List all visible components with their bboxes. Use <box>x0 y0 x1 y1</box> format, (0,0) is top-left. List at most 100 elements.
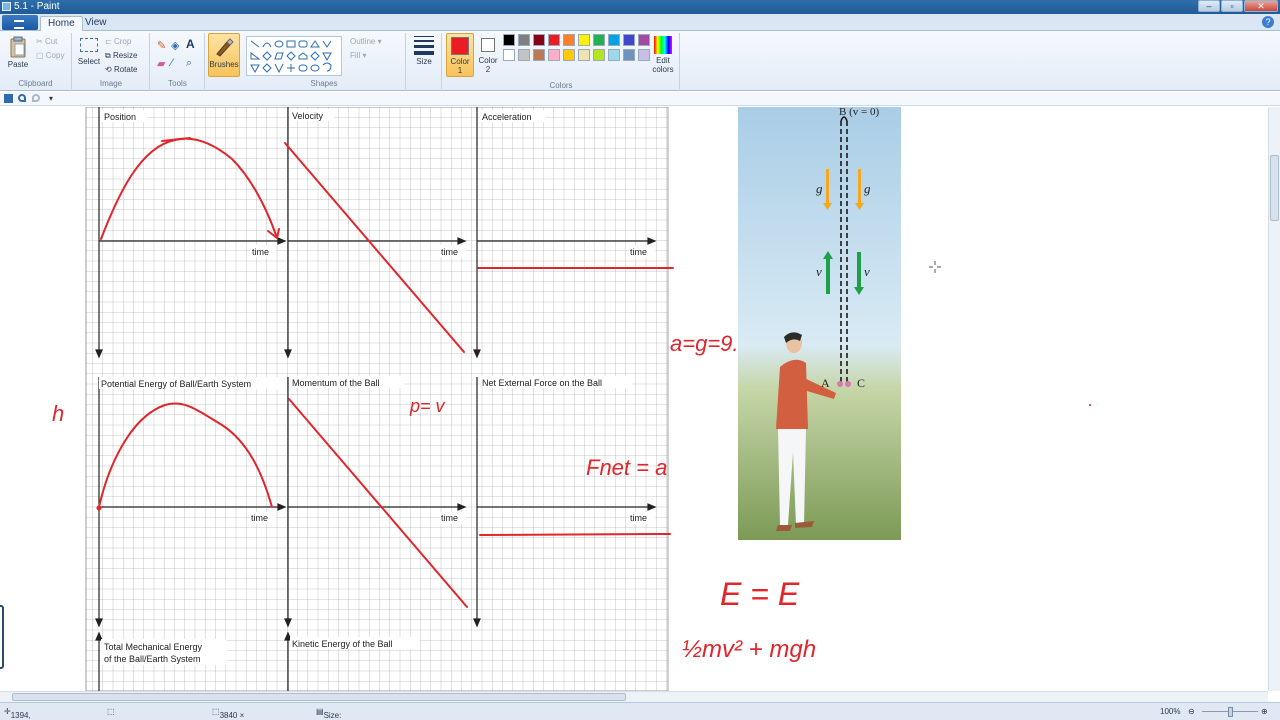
help-icon[interactable]: ? <box>1262 16 1274 28</box>
velocity-graph-title: Velocity <box>292 111 324 121</box>
time-axis-label: time <box>251 513 268 523</box>
palette-swatch[interactable] <box>638 34 650 46</box>
palette-swatch[interactable] <box>563 49 575 61</box>
save-icon[interactable] <box>4 94 13 103</box>
customize-qat-icon[interactable]: ▾ <box>49 94 53 103</box>
tools-group-label: Tools <box>168 79 187 88</box>
color2-label: Color 2 <box>478 56 498 74</box>
canvas-resize-handle[interactable] <box>0 605 4 669</box>
crop-label: Crop <box>113 37 132 46</box>
redo-icon[interactable] <box>32 94 40 102</box>
clipboard-group-label: Clipboard <box>18 79 53 88</box>
cut-button[interactable]: ✂ Cut <box>36 36 57 48</box>
magnifier-icon[interactable]: ⌕ <box>186 57 192 70</box>
colors-group-label: Colors <box>549 81 573 90</box>
copy-button[interactable]: ▢ Copy <box>36 50 64 62</box>
palette-swatch[interactable] <box>503 49 515 61</box>
color1-label: Color 1 <box>450 57 470 75</box>
eraser-icon[interactable]: ▰ <box>157 57 165 70</box>
size-divider <box>441 33 442 89</box>
clipboard-icon <box>10 36 26 58</box>
palette-swatch[interactable] <box>533 49 545 61</box>
zoom-out-button[interactable]: ⊖ <box>1188 707 1195 716</box>
zoom-slider-thumb[interactable] <box>1228 707 1233 717</box>
fill-label: Fill <box>350 51 361 60</box>
brushes-button[interactable]: Brushes <box>208 33 240 77</box>
palette-swatch[interactable] <box>578 34 590 46</box>
color-picker-icon[interactable]: ⁄ <box>171 57 173 69</box>
zoom-in-button[interactable]: ⊕ <box>1261 707 1268 716</box>
title-bar: 5.1 - Paint – ▫ ✕ <box>0 0 1280 14</box>
outline-dropdown[interactable]: Outline ▾ <box>350 36 400 48</box>
palette-swatch[interactable] <box>518 34 530 46</box>
palette-swatch[interactable] <box>548 49 560 61</box>
tab-home[interactable]: Home <box>40 16 83 31</box>
fill-dropdown[interactable]: Fill ▾ <box>350 50 400 62</box>
color2-button[interactable]: Color 2 <box>476 33 500 77</box>
edit-colors-label: Edit colors <box>652 56 674 74</box>
color1-swatch <box>451 37 469 55</box>
palette-swatch[interactable] <box>623 49 635 61</box>
palette-swatch[interactable] <box>563 34 575 46</box>
size-label: Size <box>416 57 432 66</box>
palette-swatch[interactable] <box>593 34 605 46</box>
copy-label: Copy <box>45 51 65 60</box>
edit-colors-button[interactable]: Edit colors <box>650 33 676 77</box>
paste-button[interactable]: Paste <box>6 36 30 74</box>
palette-swatch[interactable] <box>503 34 515 46</box>
horizontal-scrollbar[interactable] <box>0 691 1268 702</box>
palette-swatch[interactable] <box>638 49 650 61</box>
ball-toss-photo <box>738 107 901 540</box>
paint-menu-button[interactable] <box>2 15 38 30</box>
horizontal-scroll-thumb[interactable] <box>12 693 626 701</box>
cut-label: Cut <box>44 37 58 46</box>
selection-size-icon: ⬚ <box>107 707 115 716</box>
size-button[interactable]: Size <box>410 34 438 76</box>
shapes-gallery[interactable] <box>246 36 342 76</box>
palette-swatch[interactable] <box>578 49 590 61</box>
shapes-gallery-icons <box>250 40 332 74</box>
shapes-group: Outline ▾ Fill ▾ Shapes <box>244 33 382 89</box>
height-note: h <box>52 401 64 426</box>
tab-view[interactable]: View <box>78 16 114 31</box>
image-dimensions-value: 3840 × 7152px <box>219 711 245 720</box>
time-axis-label: time <box>441 513 458 523</box>
select-button[interactable]: Select <box>77 36 101 74</box>
palette-swatch[interactable] <box>608 34 620 46</box>
cursor-position-value: 1394, 670px <box>10 711 31 720</box>
palette-swatch[interactable] <box>548 34 560 46</box>
undo-icon[interactable] <box>18 94 26 102</box>
close-button[interactable]: ✕ <box>1244 0 1278 12</box>
outline-label: Outline <box>350 37 376 46</box>
total-mechanical-energy-title-1: Total Mechanical Energy <box>104 642 203 652</box>
text-tool-icon[interactable]: A <box>186 37 195 51</box>
paste-label: Paste <box>7 60 29 69</box>
net-force-line <box>479 533 671 536</box>
rotate-label: Rotate <box>113 65 138 74</box>
palette-swatch[interactable] <box>623 34 635 46</box>
crop-button[interactable]: ⊏ Crop <box>105 36 131 48</box>
resize-button[interactable]: ⧉ Resize <box>105 50 137 62</box>
select-icon <box>80 38 98 52</box>
image-group: Select ⊏ Crop ⧉ Resize ⟲ Rotate Image <box>73 33 150 89</box>
window-controls: – ▫ ✕ <box>1198 0 1278 13</box>
net-force-note: Fnet = a <box>586 455 667 480</box>
color1-button[interactable]: Color 1 <box>446 33 474 77</box>
rotate-button[interactable]: ⟲ Rotate <box>105 64 138 76</box>
fill-bucket-icon[interactable]: ◈ <box>171 39 179 52</box>
crosshair-cursor-icon <box>929 261 941 273</box>
resize-label: Resize <box>112 51 138 60</box>
point-c-label: C <box>857 376 865 390</box>
palette-swatch[interactable] <box>608 49 620 61</box>
pencil-icon[interactable]: ✎ <box>157 39 166 52</box>
velocity-label-left: v <box>816 264 822 279</box>
vertical-scrollbar[interactable] <box>1268 107 1280 691</box>
acceleration-graph-title: Acceleration <box>482 112 532 122</box>
palette-swatch[interactable] <box>518 49 530 61</box>
vertical-scroll-thumb[interactable] <box>1270 155 1279 221</box>
palette-swatch[interactable] <box>593 49 605 61</box>
minimize-button[interactable]: – <box>1198 0 1220 12</box>
maximize-button[interactable]: ▫ <box>1221 0 1243 12</box>
paint-canvas[interactable]: Position Velocity Acceleration Potential… <box>0 107 1268 691</box>
palette-swatch[interactable] <box>533 34 545 46</box>
